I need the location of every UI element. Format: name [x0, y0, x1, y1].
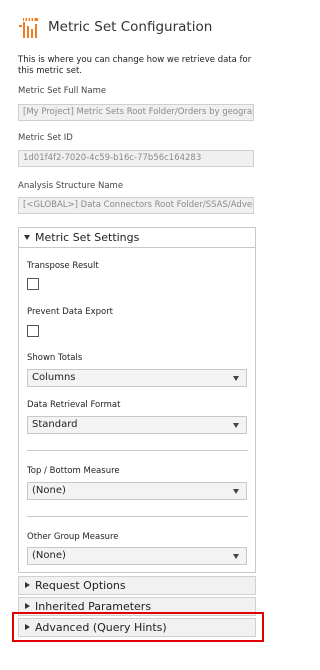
metric-set-settings-panel: Metric Set Settings Transpose Result Pre… — [18, 227, 256, 573]
full-name-label: Metric Set Full Name — [18, 86, 107, 96]
chevron-right-icon — [25, 582, 30, 588]
metric-set-icon — [19, 18, 38, 38]
metric-set-settings-title: Metric Set Settings — [35, 231, 140, 244]
metric-set-id-label: Metric Set ID — [18, 133, 73, 143]
analysis-structure-field[interactable]: [<GLOBAL>] Data Connectors Root Folder/S… — [18, 197, 254, 214]
top-bottom-measure-label: Top / Bottom Measure — [27, 466, 120, 476]
analysis-structure-label: Analysis Structure Name — [18, 181, 124, 191]
chevron-down-icon — [233, 489, 239, 494]
shown-totals-value: Columns — [32, 372, 76, 383]
page-description: This is where you can change how we retr… — [18, 55, 252, 76]
transpose-result-label: Transpose Result — [27, 261, 99, 271]
request-options-section[interactable]: Request Options — [18, 576, 256, 595]
other-group-measure-value: (None) — [32, 550, 66, 561]
chevron-down-icon — [233, 554, 239, 559]
shown-totals-select[interactable]: Columns — [27, 369, 247, 387]
highlight-box — [12, 612, 264, 642]
data-retrieval-format-value: Standard — [32, 419, 78, 430]
metric-set-id-field[interactable]: 1d01f4f2-7020-4c59-b16c-77b56c164283 — [18, 150, 254, 167]
header: Metric Set Configuration — [18, 16, 268, 40]
other-group-measure-select[interactable]: (None) — [27, 547, 247, 565]
transpose-result-checkbox[interactable] — [27, 278, 39, 290]
chevron-down-icon — [233, 376, 239, 381]
prevent-data-export-checkbox[interactable] — [27, 325, 39, 337]
metric-set-settings-header[interactable]: Metric Set Settings — [19, 228, 255, 248]
chevron-down-icon — [233, 423, 239, 428]
chevron-right-icon — [25, 603, 30, 609]
shown-totals-label: Shown Totals — [27, 353, 83, 363]
divider — [27, 516, 248, 517]
other-group-measure-label: Other Group Measure — [27, 532, 119, 542]
divider — [27, 450, 248, 451]
request-options-title: Request Options — [35, 579, 126, 592]
data-retrieval-format-select[interactable]: Standard — [27, 416, 247, 434]
data-retrieval-format-label: Data Retrieval Format — [27, 400, 121, 410]
page-title: Metric Set Configuration — [48, 19, 213, 35]
prevent-data-export-label: Prevent Data Export — [27, 307, 114, 317]
top-bottom-measure-value: (None) — [32, 485, 66, 496]
chevron-down-icon — [24, 235, 30, 240]
full-name-field[interactable]: [My Project] Metric Sets Root Folder/Ord… — [18, 104, 254, 121]
top-bottom-measure-select[interactable]: (None) — [27, 482, 247, 500]
